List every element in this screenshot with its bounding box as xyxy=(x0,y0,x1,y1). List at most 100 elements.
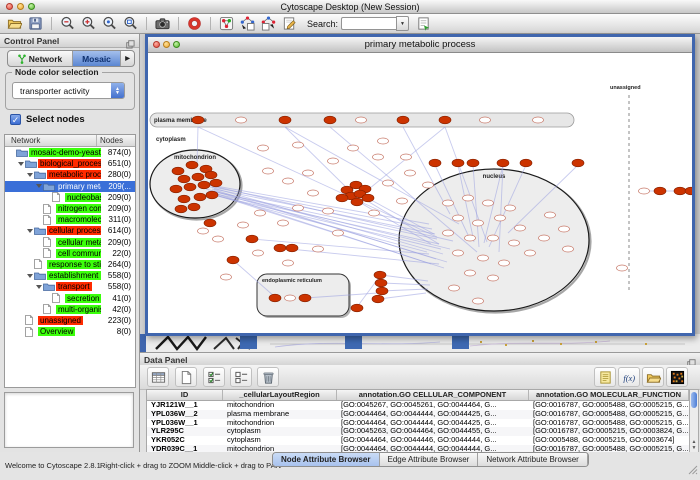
disclosure-triangle-icon[interactable] xyxy=(26,229,34,233)
tree-row-label: nitrogen compound met xyxy=(56,204,101,213)
float-panel-icon[interactable] xyxy=(126,36,135,45)
tree-row[interactable]: transport558(0) xyxy=(5,281,135,292)
tree-row[interactable]: mosaic-demo-yeast874(0) xyxy=(5,147,135,158)
matrix-button[interactable] xyxy=(666,367,688,387)
disclosure-triangle-icon[interactable] xyxy=(35,285,43,289)
tree-row-label: macromolecule metabo xyxy=(56,215,101,224)
search-input[interactable] xyxy=(341,17,396,30)
help-lifesaver-button[interactable] xyxy=(184,15,205,33)
import-attributes-icon xyxy=(598,370,613,385)
tree-row[interactable]: establishment of locali558(0) xyxy=(5,270,135,281)
tree-row[interactable]: Overview8(0) xyxy=(5,326,135,337)
cytoscape-app: { "window": { "title": "Cytoscape Deskto… xyxy=(0,0,700,474)
tree-row[interactable]: multi-organism proces 42(0) xyxy=(5,304,135,315)
export-network-button[interactable] xyxy=(258,15,279,33)
folder-icon xyxy=(34,271,47,280)
zoom-out-button[interactable] xyxy=(57,15,78,33)
search-dropdown-button[interactable]: ▼ xyxy=(396,16,409,31)
tab-network[interactable]: Network xyxy=(8,51,73,66)
vizmapper-button[interactable] xyxy=(216,15,237,33)
search-config-button[interactable] xyxy=(413,15,434,33)
import-network-button[interactable] xyxy=(237,15,258,33)
tab-mosaic[interactable]: Mosaic xyxy=(73,51,121,66)
tree-col-network[interactable]: Network xyxy=(11,136,40,145)
tree-row[interactable]: cell communication22(0) xyxy=(5,248,135,259)
tree-row[interactable]: cellular metabolic proc209(0) xyxy=(5,237,135,248)
tree-row[interactable]: response to stimulus264(0) xyxy=(5,259,135,270)
tab-overflow-button[interactable]: ▶ xyxy=(121,51,134,66)
zoom-selected-button[interactable] xyxy=(99,15,120,33)
delete-attribute-icon xyxy=(261,370,276,385)
tab-node-attribute-browser[interactable]: Node Attribute Browser xyxy=(273,453,380,466)
annotation-button[interactable] xyxy=(279,15,300,33)
tree-row[interactable]: cellular process614(0) xyxy=(5,225,135,236)
zoom-in-button[interactable] xyxy=(78,15,99,33)
network-window-title-bar[interactable]: primary metabolic process xyxy=(148,37,692,53)
table-row[interactable]: YJR121W__1mitochondrion[GO:0045267, GO:0… xyxy=(147,401,689,410)
import-attributes-button[interactable] xyxy=(594,367,616,387)
table-row[interactable]: YLR295Ccytoplasm[GO:0045263, GO:0044464,… xyxy=(147,427,689,436)
tree-row-label: multi-organism proces xyxy=(56,305,101,314)
table-column-header[interactable]: ID xyxy=(147,390,223,400)
tab-network-attribute-browser[interactable]: Network Attribute Browser xyxy=(478,453,587,466)
scrollbar-arrows[interactable]: ▲▼ xyxy=(690,439,698,451)
tree-row[interactable]: primary metabolic process209(... xyxy=(5,181,135,192)
tree-row[interactable]: nitrogen compound met209(0) xyxy=(5,203,135,214)
network-tree-header[interactable]: Network Nodes xyxy=(5,135,135,147)
tree-col-nodes[interactable]: Nodes xyxy=(100,136,123,145)
table-column-header[interactable]: annotation.GO MOLECULAR_FUNCTION xyxy=(529,390,689,400)
network-tab-icon xyxy=(18,54,26,64)
open-attributes-button[interactable] xyxy=(642,367,664,387)
table-cell: mitochondrion xyxy=(223,419,337,428)
zoom-fit-button[interactable] xyxy=(120,15,141,33)
tab-edge-attribute-browser[interactable]: Edge Attribute Browser xyxy=(380,453,479,466)
folder-icon xyxy=(34,226,47,235)
delete-attribute-button[interactable] xyxy=(257,367,279,387)
table-cell: YKR052C xyxy=(147,436,223,445)
save-button[interactable] xyxy=(25,15,46,33)
unselect-attributes-button[interactable] xyxy=(230,367,252,387)
tree-col-divider[interactable] xyxy=(96,135,97,146)
network-canvas[interactable]: plasma membranecytoplasmmitochondrionnuc… xyxy=(148,53,692,333)
data-panel-title: Data Panel xyxy=(144,355,187,365)
disclosure-triangle-icon[interactable] xyxy=(17,162,25,166)
float-panel-icon[interactable] xyxy=(687,355,696,364)
network-view-window: primary metabolic process plasma membran… xyxy=(145,34,695,336)
resize-grip[interactable] xyxy=(688,462,698,472)
table-column-header[interactable]: _cellularLayoutRegion xyxy=(223,390,337,400)
tree-row-node-count: 42(0) xyxy=(112,305,131,314)
table-row[interactable]: YPL036W__1mitochondrion[GO:0044464, GO:0… xyxy=(147,419,689,428)
table-scrollbar[interactable]: ▲▼ xyxy=(689,389,699,453)
open-file-button[interactable] xyxy=(4,15,25,33)
scrollbar-thumb[interactable] xyxy=(691,392,697,408)
control-panel-tabs: Network Mosaic ▶ xyxy=(7,50,135,67)
table-row[interactable]: YKR052Ccytoplasm[GO:0044464, GO:0044446,… xyxy=(147,436,689,445)
tree-row-label: cellular metabolic proc xyxy=(56,238,101,247)
tree-row[interactable]: nucleobase-containing209(0) xyxy=(5,192,135,203)
tree-row[interactable]: metabolic process280(0) xyxy=(5,169,135,180)
help-lifesaver-icon xyxy=(187,16,202,31)
tree-row[interactable]: biological_process651(0) xyxy=(5,158,135,169)
function-builder-button[interactable]: f(x) xyxy=(618,367,640,387)
select-nodes-checkbox[interactable]: ✓ xyxy=(10,114,21,125)
tree-row[interactable]: unassigned223(0) xyxy=(5,315,135,326)
attribute-table-button[interactable] xyxy=(147,367,169,387)
table-cell: [GO:0016787, GO:0005215, GO:0003824, G..… xyxy=(529,427,689,436)
snapshot-camera-button[interactable] xyxy=(152,15,173,33)
attribute-table: ID_cellularLayoutRegionannotation.GO CEL… xyxy=(146,389,690,454)
disclosure-triangle-icon[interactable] xyxy=(26,173,34,177)
table-cell: [GO:0016787, GO:0005488, GO:0005215, G..… xyxy=(529,419,689,428)
disclosure-triangle-icon[interactable] xyxy=(26,274,34,278)
node-color-dropdown[interactable]: transporter activity ▲▼ xyxy=(12,82,125,99)
tree-row[interactable]: secretion41(0) xyxy=(5,292,135,303)
table-cell: [GO:0016787, GO:0005488, GO:0005215, G..… xyxy=(529,401,689,410)
select-attributes-button[interactable] xyxy=(203,367,225,387)
new-attribute-button[interactable] xyxy=(175,367,197,387)
disclosure-triangle-icon[interactable] xyxy=(35,184,43,188)
table-column-header[interactable]: annotation.GO CELLULAR_COMPONENT xyxy=(337,390,529,400)
tree-row[interactable]: macromolecule metabo311(0) xyxy=(5,214,135,225)
select-nodes-row: ✓ Select nodes xyxy=(10,114,85,125)
search-box: ▼ xyxy=(341,16,409,31)
birds-eye-view[interactable] xyxy=(4,392,134,448)
table-row[interactable]: YPL036W__2plasma membrane[GO:0044464, GO… xyxy=(147,410,689,419)
